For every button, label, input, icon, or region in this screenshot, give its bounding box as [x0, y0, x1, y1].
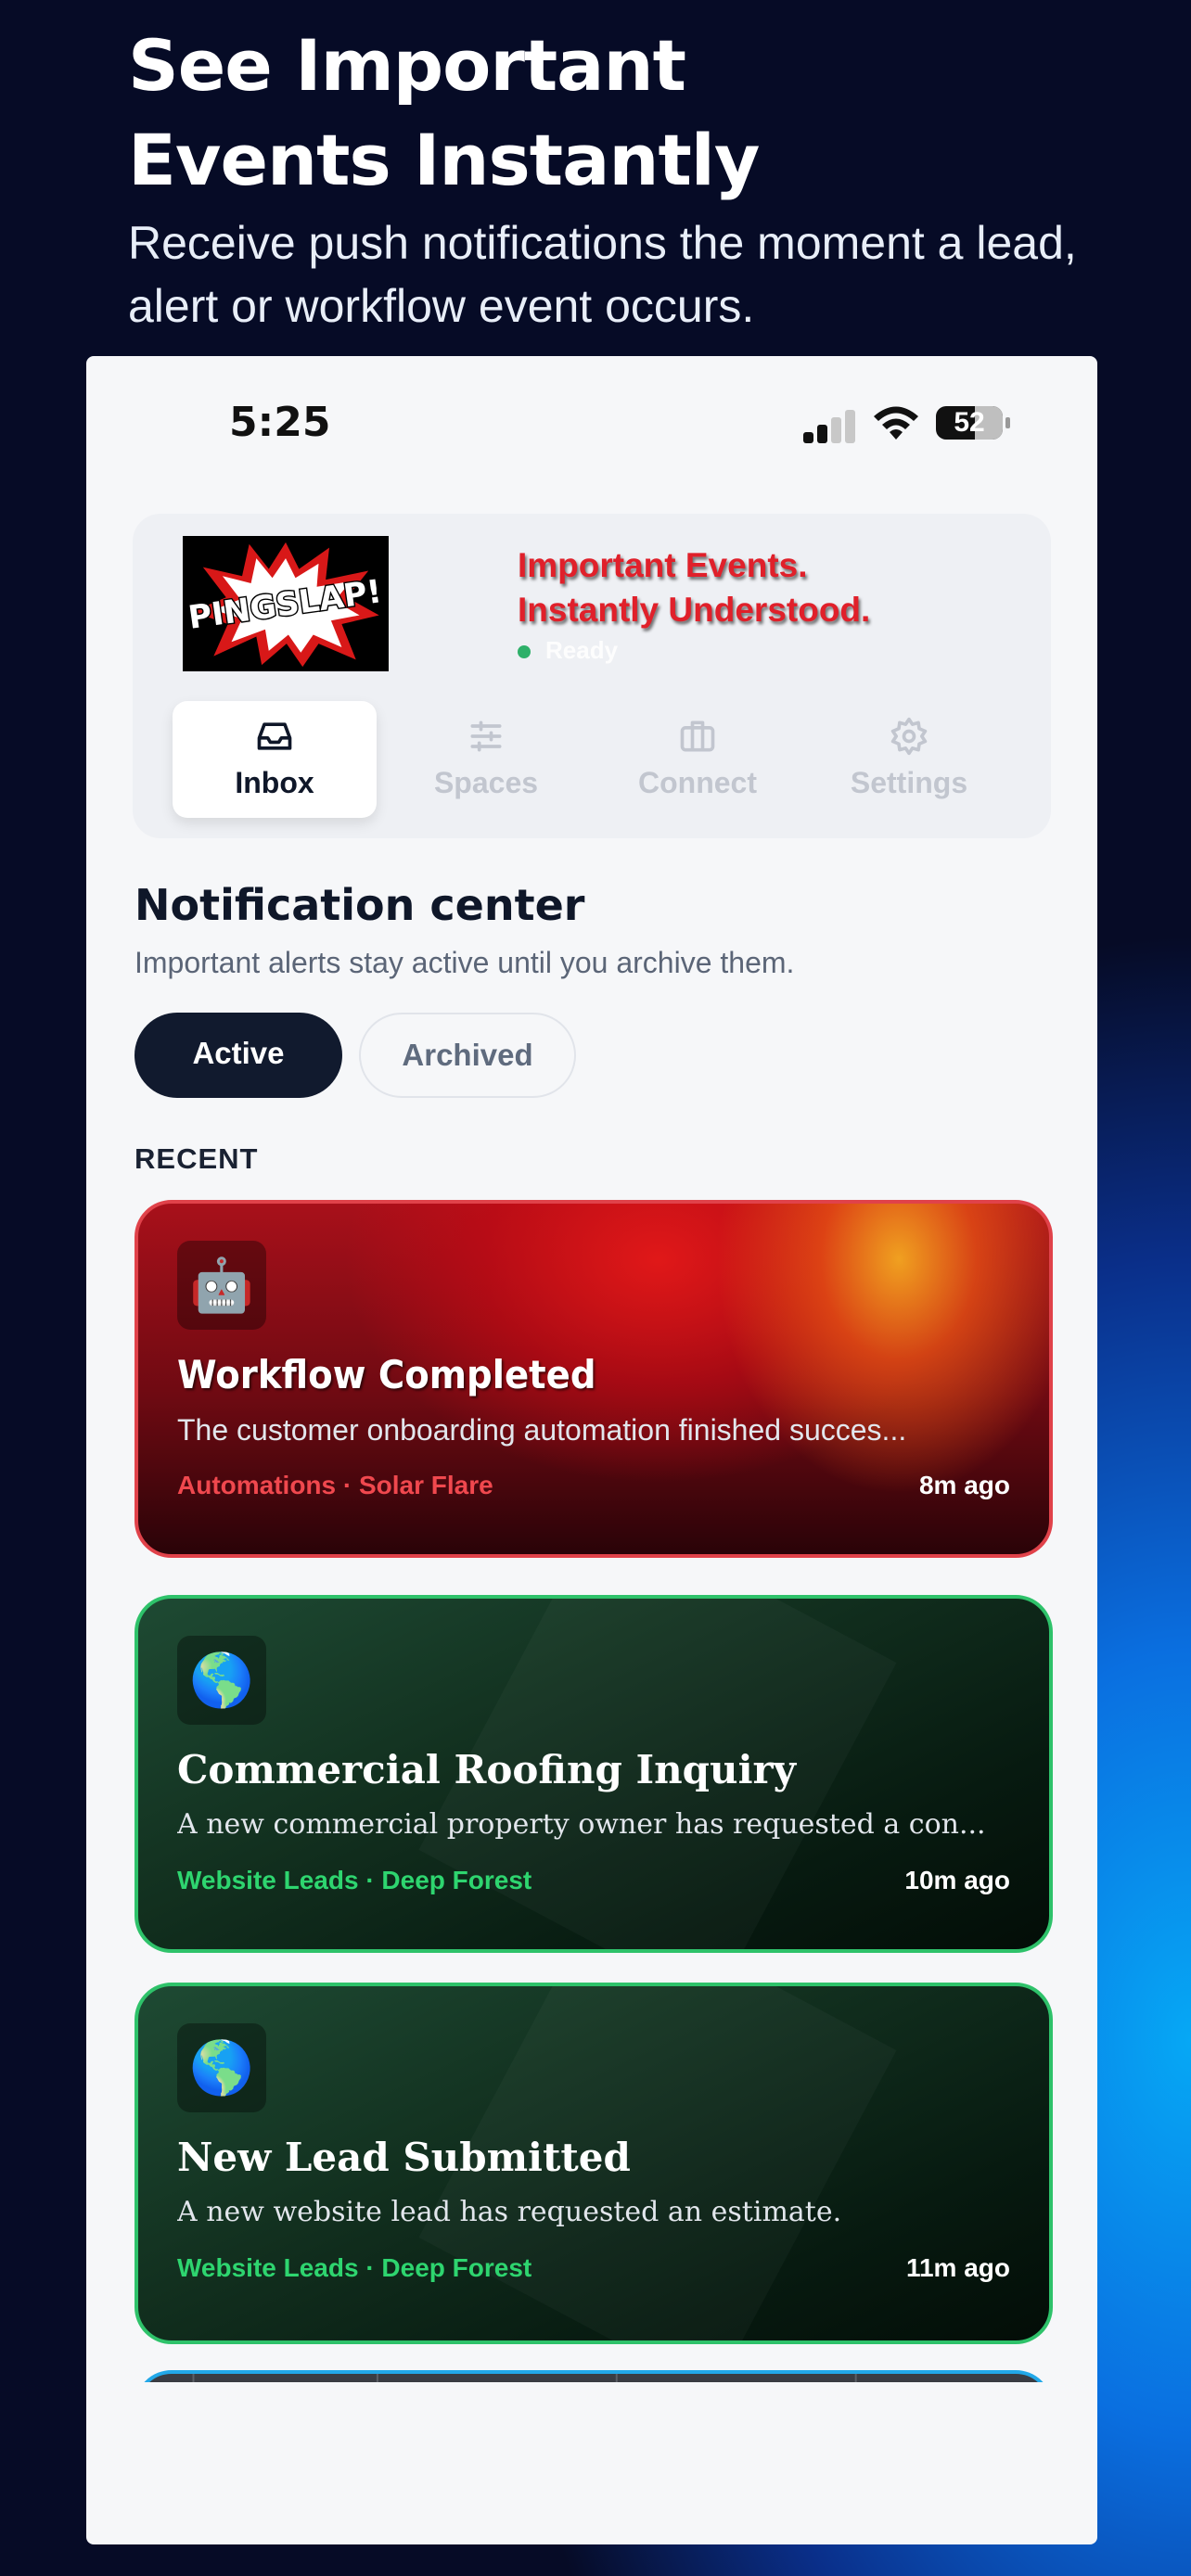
briefcase-icon — [680, 721, 715, 752]
notification-card[interactable]: 🤖 Workflow Completed The customer onboar… — [134, 1200, 1053, 1558]
page-subtitle: Important alerts stay active until you a… — [134, 946, 795, 979]
notification-title: New Lead Submitted — [177, 2135, 631, 2180]
tab-spaces[interactable]: Spaces — [384, 701, 588, 818]
notification-card[interactable]: 🌎 New Lead Submitted A new website lead … — [134, 1983, 1053, 2344]
notification-title: Commercial Roofing Inquiry — [177, 1747, 797, 1792]
tab-bar: Inbox Spaces Connect Settings — [173, 701, 1007, 822]
circuit-background — [192, 2374, 857, 2382]
promo-header: See Important Events Instantly Receive p… — [128, 19, 1111, 338]
notification-time: 10m ago — [904, 1866, 1010, 1894]
tab-spaces-label: Spaces — [433, 766, 539, 799]
tab-connect[interactable]: Connect — [596, 701, 800, 818]
notification-title: Workflow Completed — [177, 1352, 596, 1397]
section-label-recent: RECENT — [134, 1142, 259, 1175]
sliders-icon — [470, 721, 502, 752]
cellular-signal-icon — [803, 410, 857, 443]
promo-subtitle: Receive push notifications the moment a … — [128, 217, 1077, 332]
battery-level: 52 — [954, 407, 985, 438]
wifi-icon — [874, 406, 918, 440]
notification-source: Website Leads · Deep Forest — [177, 2253, 532, 2282]
tab-inbox-label: Inbox — [235, 766, 314, 799]
filter-archived-button[interactable]: Archived — [359, 1013, 576, 1098]
tab-settings-label: Settings — [850, 766, 968, 799]
notification-source: Website Leads · Deep Forest — [177, 1866, 532, 1894]
tab-inbox[interactable]: Inbox — [173, 701, 377, 818]
page-title: Notification center — [134, 880, 585, 930]
gear-icon — [890, 717, 928, 756]
connection-status: Ready — [518, 636, 618, 665]
status-dot-icon — [518, 645, 531, 659]
app-tagline: Important Events. Instantly Understood. — [518, 546, 871, 629]
notification-time: 8m ago — [918, 1471, 1010, 1499]
notification-time: 11m ago — [905, 2253, 1010, 2282]
notification-body: The customer onboarding automation finis… — [177, 1413, 907, 1447]
notification-body: A new commercial property owner has requ… — [177, 1808, 986, 1841]
status-time: 5:25 — [229, 399, 331, 446]
pingslap-logo: PINGSLAP! — [183, 536, 389, 671]
notification-card[interactable] — [134, 2370, 1053, 2382]
notification-body: A new website lead has requested an esti… — [177, 2196, 842, 2228]
notification-list[interactable]: 🤖 Workflow Completed The customer onboar… — [134, 1200, 1053, 2382]
notification-source: Automations · Solar Flare — [177, 1471, 493, 1499]
notification-card[interactable]: 🌎 Commercial Roofing Inquiry A new comme… — [134, 1595, 1053, 1953]
globe-icon: 🌎 — [177, 2023, 266, 2112]
robot-icon: 🤖 — [177, 1241, 266, 1330]
tab-connect-label: Connect — [638, 766, 757, 799]
connection-status-label: Ready — [545, 636, 619, 664]
filter-active-button[interactable]: Active — [134, 1013, 342, 1098]
tab-settings[interactable]: Settings — [807, 701, 1011, 818]
status-bar: 5:25 52 — [86, 356, 1097, 495]
battery-icon: 52 — [936, 406, 1010, 440]
phone-screen: 5:25 52 PINGSLAP! Important Events. Inst… — [86, 356, 1097, 2544]
inbox-icon — [257, 722, 292, 750]
globe-icon: 🌎 — [177, 1636, 266, 1725]
promo-title: See Important Events Instantly — [128, 24, 760, 201]
